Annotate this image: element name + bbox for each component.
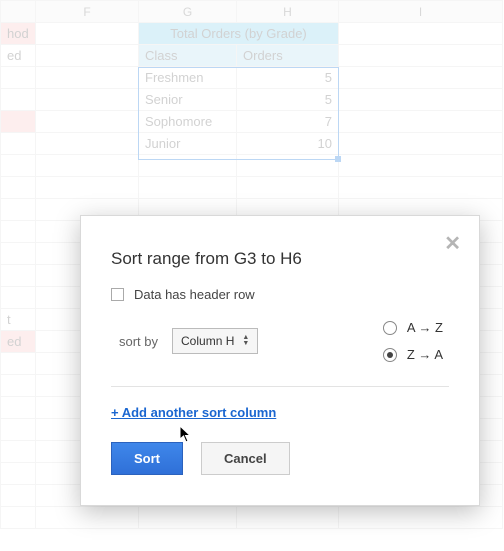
header-orders[interactable]: Orders bbox=[237, 45, 339, 67]
divider bbox=[111, 386, 449, 387]
add-sort-column-link[interactable]: + Add another sort column bbox=[111, 405, 276, 420]
header-row-checkbox[interactable] bbox=[111, 288, 124, 301]
sort-column-value: Column H bbox=[181, 334, 234, 348]
table-cell[interactable]: Freshmen bbox=[139, 67, 237, 89]
sort-column-select[interactable]: Column H ▲▼ bbox=[172, 328, 258, 354]
col-header-g[interactable]: G bbox=[139, 1, 237, 23]
table-cell[interactable]: 10 bbox=[237, 133, 339, 155]
radio-asc-label: A → Z bbox=[407, 320, 443, 335]
table-cell[interactable]: Sophomore bbox=[139, 111, 237, 133]
radio-icon bbox=[383, 321, 397, 335]
cell-stub[interactable]: hod bbox=[1, 23, 36, 45]
sort-button[interactable]: Sort bbox=[111, 442, 183, 475]
radio-asc[interactable]: A → Z bbox=[383, 320, 443, 335]
table-cell[interactable]: 5 bbox=[237, 67, 339, 89]
sort-range-dialog: ✕ Sort range from G3 to H6 Data has head… bbox=[80, 215, 480, 506]
close-icon[interactable]: ✕ bbox=[444, 234, 461, 254]
radio-desc[interactable]: Z → A bbox=[383, 347, 443, 362]
table-cell[interactable]: Junior bbox=[139, 133, 237, 155]
radio-icon bbox=[383, 348, 397, 362]
cell-stub[interactable]: t bbox=[1, 309, 36, 331]
select-arrows-icon: ▲▼ bbox=[242, 335, 249, 347]
sort-by-label: sort by bbox=[119, 334, 158, 349]
col-header-f[interactable]: F bbox=[36, 1, 139, 23]
radio-desc-label: Z → A bbox=[407, 347, 443, 362]
table-cell[interactable]: 5 bbox=[237, 89, 339, 111]
dialog-title: Sort range from G3 to H6 bbox=[111, 249, 449, 269]
col-header-i[interactable]: I bbox=[339, 1, 503, 23]
cell-stub[interactable]: ed bbox=[1, 331, 36, 353]
cell-stub[interactable]: ed bbox=[1, 45, 36, 67]
table-cell[interactable]: 7 bbox=[237, 111, 339, 133]
col-header-h[interactable]: H bbox=[237, 1, 339, 23]
mouse-cursor-icon bbox=[179, 425, 193, 443]
cancel-button[interactable]: Cancel bbox=[201, 442, 290, 475]
header-row-label: Data has header row bbox=[134, 287, 255, 302]
table-title[interactable]: Total Orders (by Grade) bbox=[139, 23, 339, 45]
header-class[interactable]: Class bbox=[139, 45, 237, 67]
table-cell[interactable]: Senior bbox=[139, 89, 237, 111]
